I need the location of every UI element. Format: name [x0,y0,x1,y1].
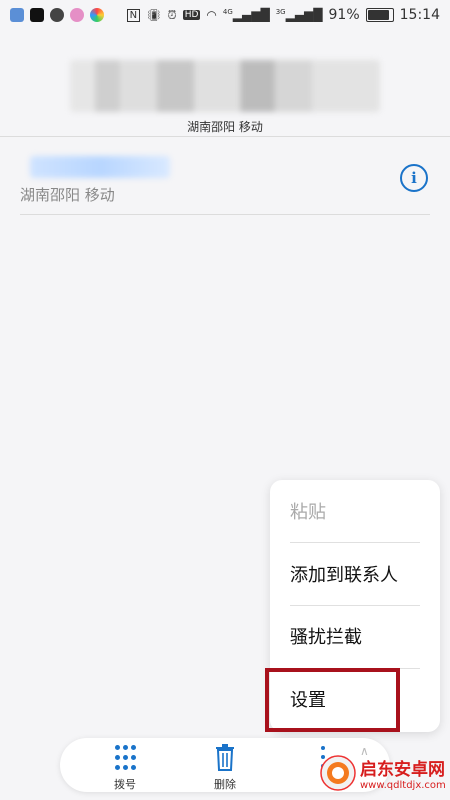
clock: 15:14 [399,7,440,23]
dial-label: 拨号 [114,778,136,791]
trash-icon [216,744,234,771]
signal-4g-icon: 4G▂▄▆█ [222,8,270,22]
menu-item-harassment-block[interactable]: 骚扰拦截 [290,607,422,669]
site-watermark: 启东安卓网 www.qdltdjx.com [320,752,446,794]
menu-item-add-to-contacts[interactable]: 添加到联系人 [290,545,422,607]
dialpad-icon [115,745,136,773]
dial-button[interactable]: 拨号 [95,742,155,791]
menu-divider [290,605,420,606]
menu-item-paste[interactable]: 粘贴 [290,482,422,544]
redacted-contact-name [30,156,170,178]
call-log-item[interactable]: 湖南邵阳 移动 i [20,150,430,215]
paw-app-icon [10,8,24,22]
battery-icon [365,8,394,22]
info-icon[interactable]: i [400,164,428,192]
tiktok-icon [30,8,44,22]
vibrate-icon: 📳︎ [146,8,162,22]
notification-icons [10,8,104,22]
number-location: 湖南邵阳 移动 [187,120,263,134]
highlight-box [265,668,400,732]
nfc-icon: N [126,8,141,22]
watermark-name: 启东安卓网 [360,760,445,780]
battery-percent: 91% [328,7,360,23]
call-location: 湖南邵阳 移动 [20,186,115,204]
hd-icon: HD [182,10,201,20]
colorful-app-icon [90,8,104,22]
watermark-url: www.qdltdjx.com [360,780,446,791]
number-display: 湖南邵阳 移动 [0,32,450,137]
wifi-icon: ◠ [206,8,217,22]
status-bar: N 📳︎ ⏰︎ HD ◠ 4G▂▄▆█ 3G▂▄▆█ 91% 15:14 [0,0,450,32]
battery-fill [367,10,390,20]
signal-3g-icon: 3G▂▄▆█ [275,8,323,22]
delete-button[interactable]: 删除 [195,742,255,791]
delete-label: 删除 [214,778,236,791]
watermark-logo-icon [320,755,356,791]
menu-divider [290,542,420,543]
chat-bubble-icon [50,8,64,22]
alarm-icon: ⏰︎ [167,7,177,22]
flower-app-icon [70,8,84,22]
redacted-phone-number [70,60,380,112]
